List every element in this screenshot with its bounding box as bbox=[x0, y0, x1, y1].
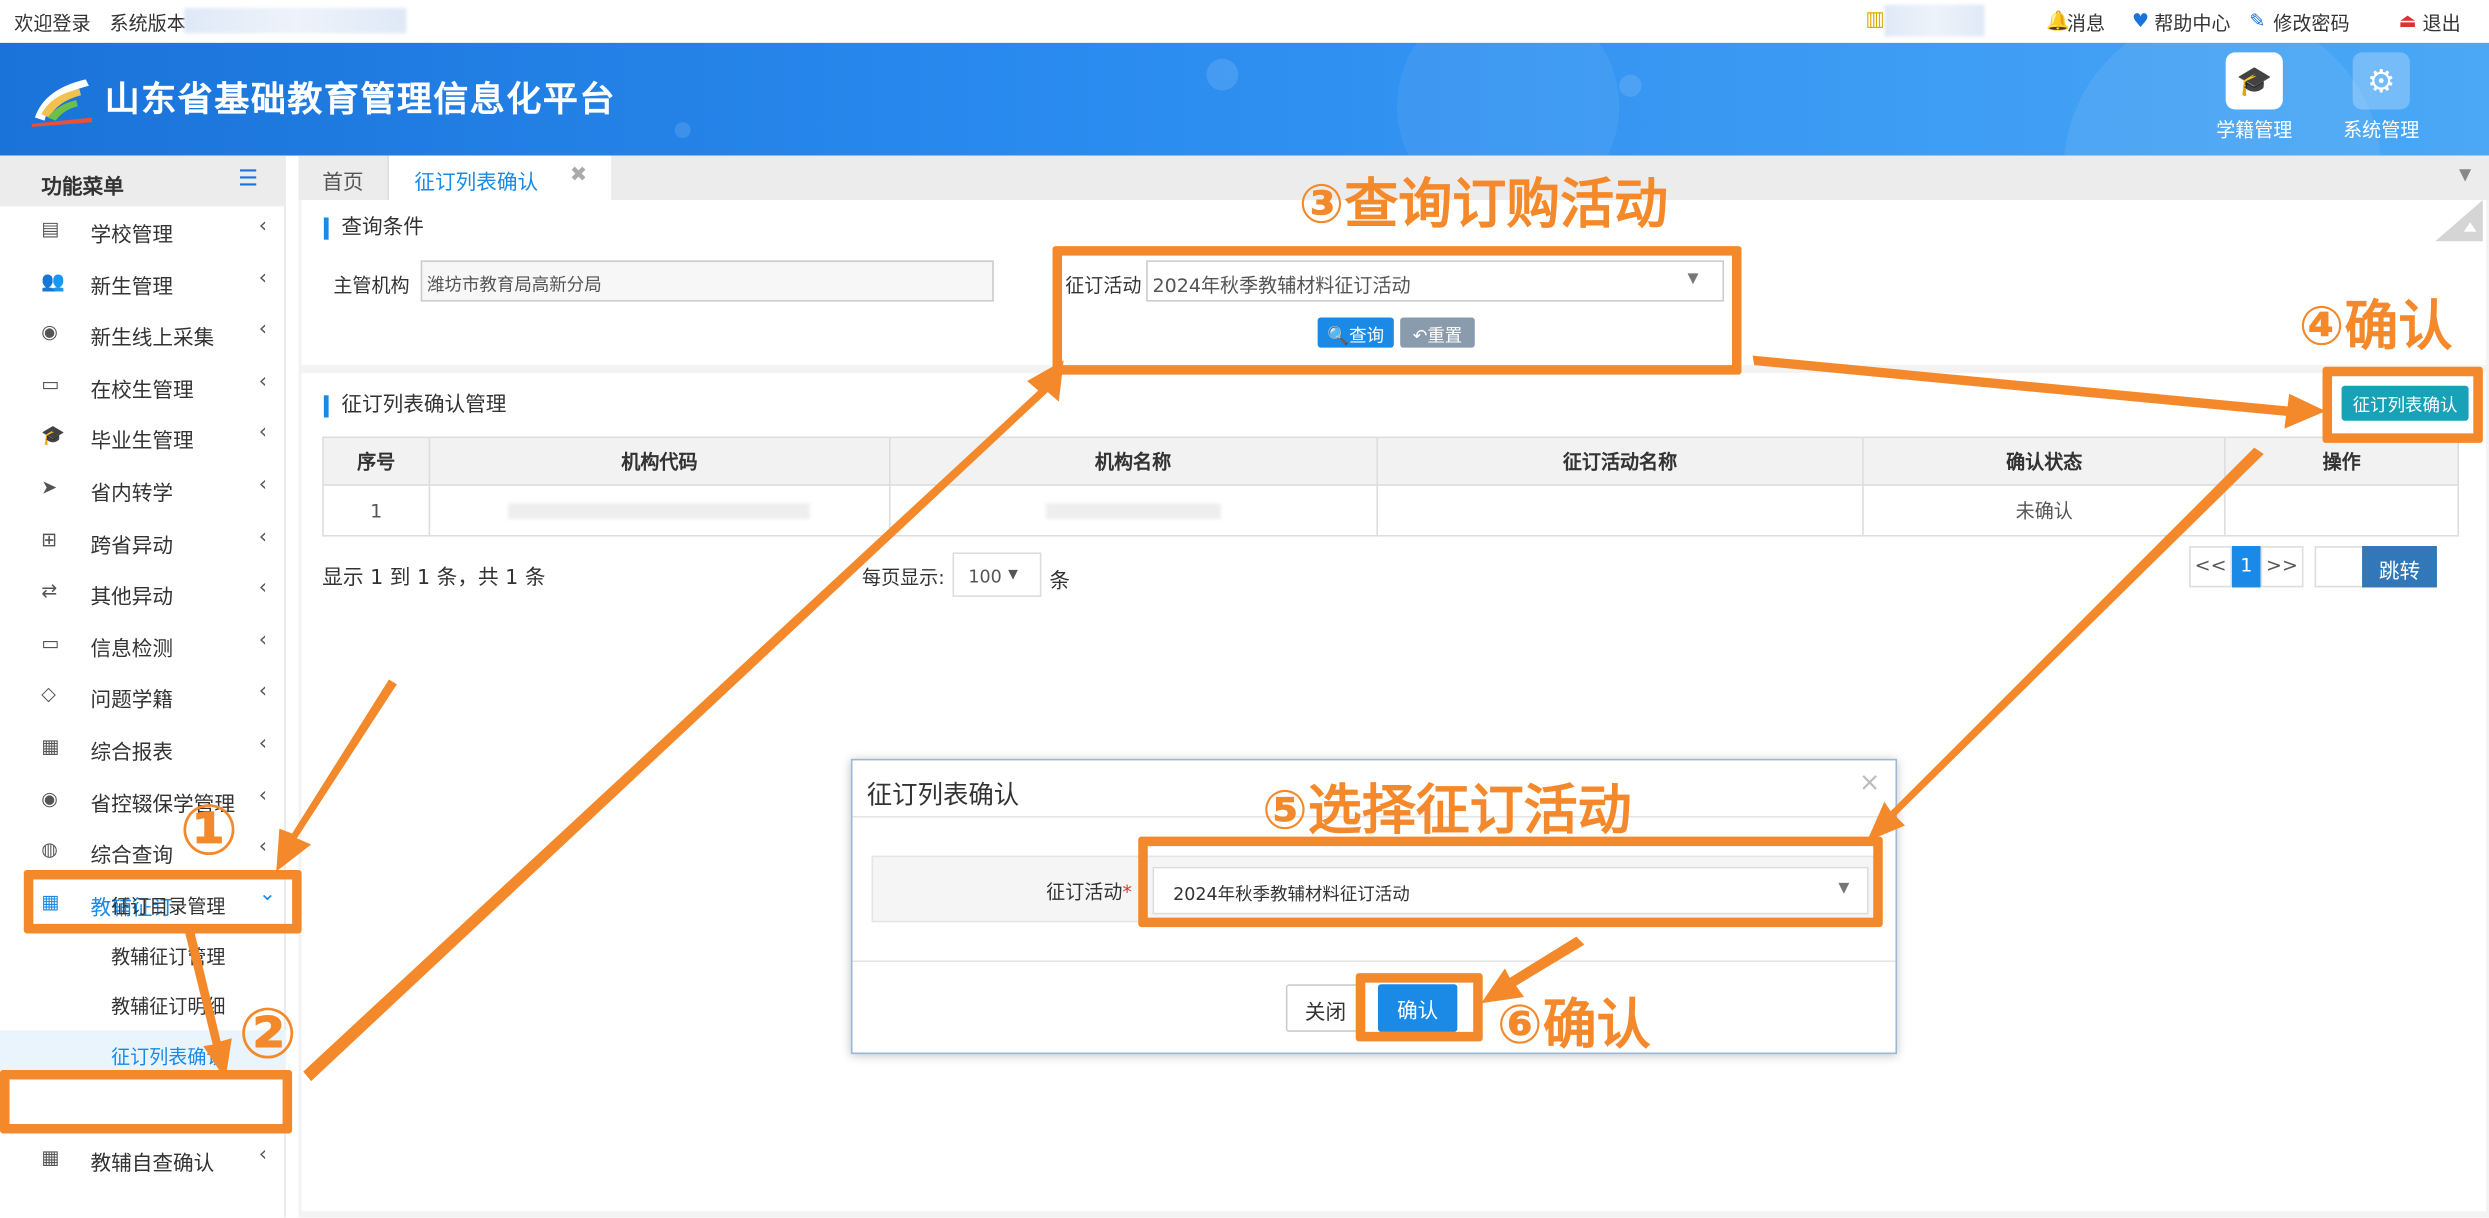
arrow-4 bbox=[1752, 355, 2326, 429]
annotation-box-menu bbox=[23, 869, 302, 934]
arrow-5 bbox=[1866, 447, 2264, 842]
annotation-step-1: ① bbox=[179, 790, 239, 872]
arrow-1 bbox=[276, 679, 397, 872]
annotation-box-submenu bbox=[0, 1069, 293, 1134]
arrow-3 bbox=[303, 360, 1064, 1082]
arrow-2 bbox=[184, 928, 232, 1080]
annotation-step-6: ⑥确认 bbox=[1497, 993, 1651, 1058]
annotation-box-query bbox=[1052, 246, 1742, 375]
annotation-step-4: ④确认 bbox=[2298, 295, 2453, 359]
annotation-box-dialog-confirm bbox=[1355, 973, 1483, 1042]
annotation-step-3: ③查询订购活动 bbox=[1298, 173, 1669, 237]
annotation-step-5: ⑤选择征订活动 bbox=[1262, 779, 1632, 843]
annotation-arrows bbox=[184, 355, 2326, 1082]
annotation-step-2: ② bbox=[238, 993, 298, 1075]
annotation-box-confirm bbox=[2322, 366, 2483, 443]
annotation-box-select bbox=[1138, 836, 1883, 928]
